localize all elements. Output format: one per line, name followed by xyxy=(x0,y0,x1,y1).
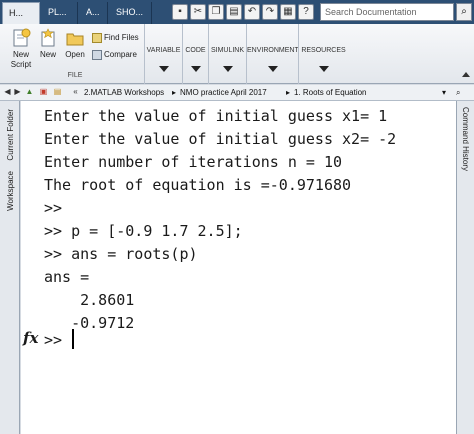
breadcrumb-separator-icon: ▸ xyxy=(286,88,291,97)
save-icon[interactable]: ▪ xyxy=(172,4,188,20)
left-dock: Current Folder Workspace xyxy=(0,101,20,434)
chevron-down-icon xyxy=(158,66,169,72)
tab-plots[interactable]: PL... xyxy=(42,2,78,24)
console-line: Enter the value of initial guess x1= 1 xyxy=(44,107,388,125)
browse-folder-icon[interactable]: ▣ xyxy=(38,87,49,98)
search-folder-icon[interactable]: ⌕ xyxy=(456,85,460,100)
resources-group[interactable]: RESOURCES xyxy=(298,24,348,84)
cut-icon[interactable]: ✂ xyxy=(190,4,206,20)
find-files-button[interactable]: Find Files xyxy=(92,32,139,44)
console-line: >> ans = roots(p) xyxy=(44,245,198,263)
breadcrumb-separator-icon: ▸ xyxy=(172,88,177,97)
path-overflow-icon[interactable]: « xyxy=(70,87,81,98)
open-folder-icon xyxy=(66,33,84,46)
code-group[interactable]: CODE xyxy=(182,24,208,84)
breadcrumb-item[interactable]: NMO practice April 2017 xyxy=(180,85,267,100)
compare-button[interactable]: Compare xyxy=(92,49,137,61)
console-line: ans = xyxy=(44,268,90,286)
command-history-tab[interactable]: Command History xyxy=(461,107,470,171)
console-line: The root of equation is =-0.971680 xyxy=(44,176,352,194)
file-section-label: FILE xyxy=(67,72,83,79)
console-line: >> p = [-0.9 1.7 2.5]; xyxy=(44,222,243,240)
chevron-down-icon xyxy=(318,66,329,72)
find-files-icon xyxy=(92,32,102,43)
variable-group[interactable]: VARIABLE xyxy=(144,24,182,84)
search-documentation-input[interactable]: Search Documentation xyxy=(320,3,454,21)
code-label: CODE xyxy=(185,47,206,54)
text-cursor xyxy=(72,329,74,349)
path-dropdown-icon[interactable]: ▾ xyxy=(442,85,446,100)
undo-icon[interactable]: ↶ xyxy=(244,4,260,20)
breadcrumb-item[interactable]: 1. Roots of Equation xyxy=(294,85,367,100)
function-browser-icon[interactable]: fx xyxy=(23,329,38,347)
paste-icon[interactable]: ▤ xyxy=(226,4,242,20)
new-button[interactable]: New xyxy=(36,28,60,60)
resources-label: RESOURCES xyxy=(301,47,346,54)
collapse-ribbon-icon[interactable] xyxy=(462,72,470,77)
tab-home[interactable]: H... xyxy=(2,2,40,24)
new-script-icon xyxy=(13,28,31,47)
copy-icon[interactable]: ❐ xyxy=(208,4,224,20)
folder-icon[interactable]: ▤ xyxy=(52,87,63,98)
redo-icon[interactable]: ↷ xyxy=(262,4,278,20)
toolstrip-tabs: H... PL... A... SHO... ▪ ✂ ❐ ▤ ↶ ↷ ▦ ? S… xyxy=(0,0,474,24)
tab-shortcuts[interactable]: SHO... xyxy=(110,2,152,24)
right-dock: Command History xyxy=(456,101,474,434)
search-icon[interactable]: ⌕ xyxy=(456,3,472,21)
toolstrip-ribbon: New Script New Open Find Files Compare F… xyxy=(0,24,474,84)
new-script-button[interactable]: New Script xyxy=(6,28,36,70)
breadcrumb-item[interactable]: 2.MATLAB Workshops xyxy=(84,85,164,100)
workspace-tab[interactable]: Workspace xyxy=(6,171,15,211)
up-folder-icon[interactable]: ▲ xyxy=(24,87,35,98)
switch-windows-icon[interactable]: ▦ xyxy=(280,4,296,20)
simulink-label: SIMULINK xyxy=(210,47,245,54)
new-icon xyxy=(41,28,55,47)
environment-label: ENVIRONMENT xyxy=(247,47,299,54)
forward-icon[interactable]: ▶ xyxy=(12,87,23,98)
find-files-label: Find Files xyxy=(104,33,139,42)
chevron-down-icon xyxy=(190,66,201,72)
simulink-group[interactable]: SIMULINK xyxy=(208,24,246,84)
tab-apps[interactable]: A... xyxy=(80,2,108,24)
help-icon[interactable]: ? xyxy=(298,4,314,20)
console-line: 2.8601 xyxy=(44,291,135,309)
command-window[interactable]: Enter the value of initial guess x1= 1 E… xyxy=(21,101,456,434)
chevron-down-icon xyxy=(222,66,233,72)
new-label: New xyxy=(39,50,56,59)
environment-group[interactable]: ENVIRONMENT xyxy=(246,24,299,84)
open-label: Open xyxy=(65,50,85,59)
new-script-label: New Script xyxy=(10,50,32,69)
console-line: Enter the value of initial guess x2= -2 xyxy=(44,130,397,148)
variable-label: VARIABLE xyxy=(146,47,181,54)
compare-icon xyxy=(92,49,102,60)
address-bar: ◀ ▶ ▲ ▣ ▤ « 2.MATLAB Workshops ▸ NMO pra… xyxy=(0,85,474,101)
chevron-down-icon xyxy=(267,66,278,72)
console-line: >> xyxy=(44,199,63,217)
open-button[interactable]: Open xyxy=(62,28,88,60)
current-folder-tab[interactable]: Current Folder xyxy=(6,109,15,161)
command-prompt: >> xyxy=(44,331,63,349)
console-line: Enter number of iterations n = 10 xyxy=(44,153,343,171)
compare-label: Compare xyxy=(104,50,137,59)
console-line: -0.9712 xyxy=(44,314,135,332)
